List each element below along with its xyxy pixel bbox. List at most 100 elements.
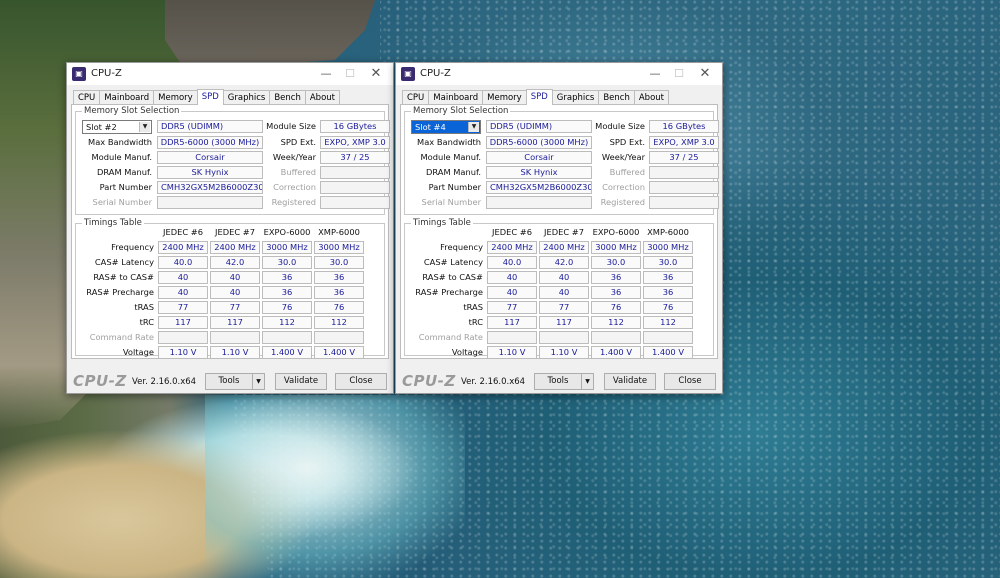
validate-button[interactable]: Validate	[604, 373, 656, 390]
tools-button[interactable]: Tools	[205, 373, 253, 390]
timing-row-label: RAS# to CAS#	[93, 272, 154, 282]
serial-number-label: Serial Number	[421, 197, 481, 207]
tools-dropdown-icon[interactable]: ▼	[581, 373, 594, 390]
tab-graphics[interactable]: Graphics	[551, 90, 600, 105]
tab-cpu[interactable]: CPU	[73, 90, 101, 105]
timing-row-label: RAS# Precharge	[415, 287, 483, 297]
memory-slot-group: Memory Slot Selection Slot #2 ▼ DDR5 (UD…	[75, 106, 390, 215]
close-button[interactable]: Close	[664, 373, 716, 390]
module-size-label: Module Size	[266, 121, 316, 131]
title-bar[interactable]: ▣ CPU-Z — ☐ ✕	[67, 63, 393, 85]
cpuz-logo: CPU-Z	[402, 372, 456, 390]
timing-cell: 40.0	[158, 256, 208, 269]
window-title: CPU-Z	[91, 68, 122, 79]
timing-row-label: tRC	[468, 317, 483, 327]
timings-table-label: Timings Table	[411, 218, 473, 228]
slot-select[interactable]: Slot #4 ▼	[411, 120, 481, 134]
cpuz-window-1: ▣ CPU-Z — ☐ ✕ CPU Mainboard Memory SPD Graph…	[66, 62, 394, 394]
module-manuf-field: Corsair	[157, 151, 263, 164]
close-button[interactable]: Close	[335, 373, 387, 390]
spd-ext-label: SPD Ext.	[609, 137, 645, 147]
timing-row-label: tRAS	[134, 302, 154, 312]
minimize-icon[interactable]: —	[315, 66, 337, 82]
timing-cell: 30.0	[591, 256, 641, 269]
timing-row-label: Command Rate	[418, 332, 483, 342]
dram-manuf-label: DRAM Manuf.	[425, 167, 481, 177]
max-bandwidth-label: Max Bandwidth	[417, 137, 481, 147]
week-year-label: Week/Year	[272, 152, 316, 162]
cpuz-app-icon: ▣	[72, 67, 86, 81]
part-number-field: CMH32GX5M2B6000Z30	[157, 181, 263, 194]
maximize-icon[interactable]: ☐	[339, 66, 361, 82]
close-icon[interactable]: ✕	[365, 66, 387, 82]
window-title: CPU-Z	[420, 68, 451, 79]
timings-table-label: Timings Table	[82, 218, 144, 228]
slot-select[interactable]: Slot #2 ▼	[82, 120, 152, 134]
correction-label: Correction	[602, 182, 645, 192]
timing-column-header: JEDEC #6	[492, 227, 532, 237]
wallpaper-rock	[165, 0, 375, 70]
tab-spd[interactable]: SPD	[196, 89, 224, 105]
timing-cell: 2400 MHz	[210, 241, 260, 254]
spd-ext-label: SPD Ext.	[280, 137, 316, 147]
timing-cell: 40	[158, 286, 208, 299]
timing-cell	[539, 331, 589, 344]
tab-spd[interactable]: SPD	[525, 89, 553, 105]
module-type-field: DDR5 (UDIMM)	[157, 120, 263, 133]
timing-cell	[643, 331, 693, 344]
tab-bench[interactable]: Bench	[269, 90, 306, 105]
timing-cell	[210, 331, 260, 344]
memory-slot-group-label: Memory Slot Selection	[82, 106, 182, 116]
timing-cell: 36	[591, 286, 641, 299]
timing-cell: 112	[262, 316, 312, 329]
chevron-down-icon[interactable]: ▼	[139, 122, 150, 132]
validate-button[interactable]: Validate	[275, 373, 327, 390]
timing-cell: 36	[262, 286, 312, 299]
timing-cell: 76	[643, 301, 693, 314]
close-icon[interactable]: ✕	[694, 66, 716, 82]
tab-cpu[interactable]: CPU	[402, 90, 430, 105]
tab-memory[interactable]: Memory	[153, 90, 198, 105]
timing-cell: 36	[643, 286, 693, 299]
dram-manuf-field: SK Hynix	[486, 166, 592, 179]
timing-cell: 112	[314, 316, 364, 329]
timing-cell: 3000 MHz	[262, 241, 312, 254]
tab-bench[interactable]: Bench	[598, 90, 635, 105]
timing-cell: 36	[262, 271, 312, 284]
timing-row-label: Frequency	[440, 242, 483, 252]
tab-about[interactable]: About	[633, 90, 669, 105]
timing-cell: 30.0	[262, 256, 312, 269]
timing-column-header: EXPO-6000	[592, 227, 640, 237]
tools-dropdown-icon[interactable]: ▼	[252, 373, 265, 390]
maximize-icon[interactable]: ☐	[668, 66, 690, 82]
chevron-down-icon[interactable]: ▼	[468, 122, 479, 132]
tab-mainboard[interactable]: Mainboard	[428, 90, 484, 105]
tab-memory[interactable]: Memory	[482, 90, 527, 105]
timing-cell: 76	[314, 301, 364, 314]
cpuz-app-icon: ▣	[401, 67, 415, 81]
timing-row-label: RAS# Precharge	[86, 287, 154, 297]
timing-cell: 117	[210, 316, 260, 329]
correction-field	[320, 181, 390, 194]
spd-panel: Memory Slot Selection Slot #4 ▼ DDR5 (UD…	[400, 104, 719, 359]
minimize-icon[interactable]: —	[644, 66, 666, 82]
timing-cell: 1.10 V	[539, 346, 589, 359]
max-bandwidth-field: DDR5-6000 (3000 MHz)	[486, 136, 592, 149]
timing-cell: 40	[539, 271, 589, 284]
timing-cell: 77	[487, 301, 537, 314]
correction-label: Correction	[273, 182, 316, 192]
timing-row-label: Frequency	[111, 242, 154, 252]
tab-graphics[interactable]: Graphics	[222, 90, 271, 105]
tab-mainboard[interactable]: Mainboard	[99, 90, 155, 105]
footer-bar: CPU-Z Ver. 2.16.0.x64 Tools ▼ Validate C…	[396, 369, 722, 393]
timing-cell: 30.0	[314, 256, 364, 269]
timing-cell: 2400 MHz	[539, 241, 589, 254]
title-bar[interactable]: ▣ CPU-Z — ☐ ✕	[396, 63, 722, 85]
tools-button[interactable]: Tools	[534, 373, 582, 390]
tab-about[interactable]: About	[304, 90, 340, 105]
timing-row-label: Command Rate	[89, 332, 154, 342]
timing-cell	[591, 331, 641, 344]
version-label: Ver. 2.16.0.x64	[132, 377, 197, 387]
serial-number-field	[157, 196, 263, 209]
buffered-label: Buffered	[609, 167, 645, 177]
